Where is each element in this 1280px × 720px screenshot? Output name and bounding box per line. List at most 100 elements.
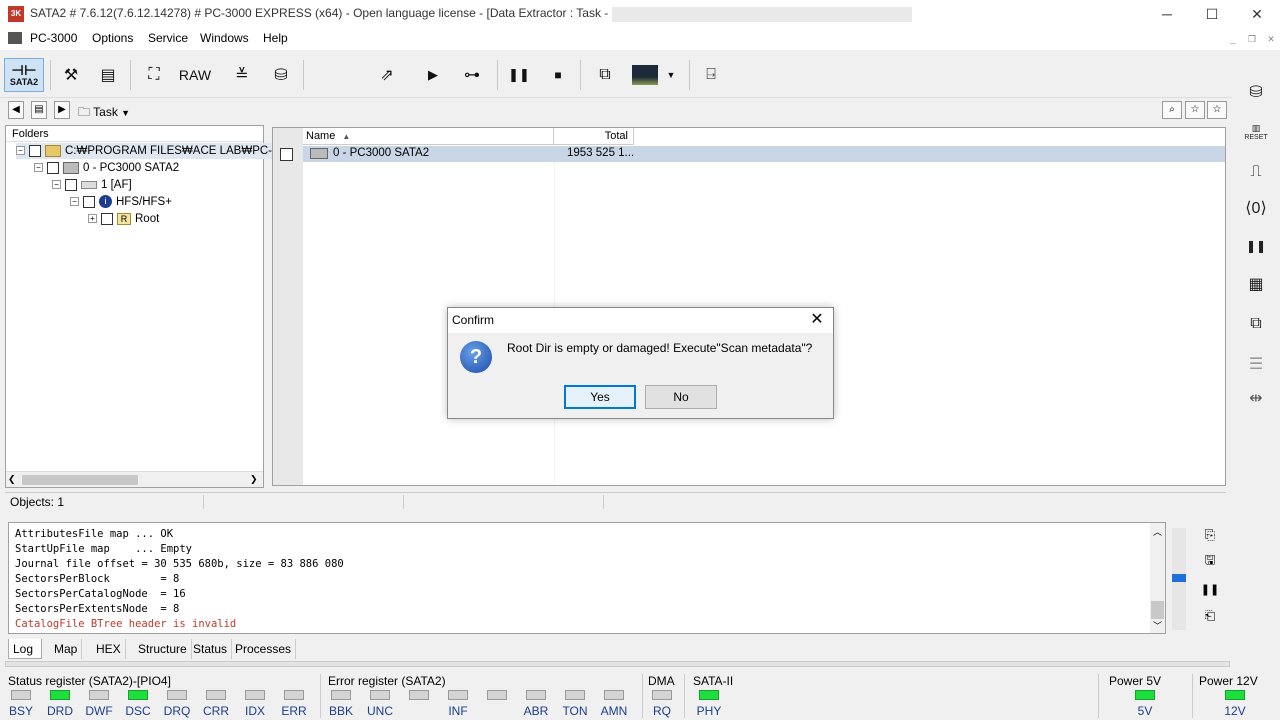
collapse-icon[interactable]: − xyxy=(16,146,25,156)
exit-icon[interactable]: ⍈ xyxy=(698,58,724,92)
maximize-button[interactable]: ☐ xyxy=(1189,0,1235,28)
tree-checkbox[interactable] xyxy=(29,144,41,157)
collapse-icon[interactable]: − xyxy=(52,180,61,190)
mdi-minimize-icon[interactable]: _ xyxy=(1226,33,1240,45)
tree-checkbox[interactable] xyxy=(65,178,77,191)
image-icon[interactable] xyxy=(630,58,660,92)
save-icon[interactable]: ▤ xyxy=(31,101,47,119)
tree-item-root-path[interactable]: − C:₩PROGRAM FILES₩ACE LAB₩PC-3 xyxy=(16,143,279,159)
menu-options[interactable]: Options xyxy=(92,31,133,45)
dropdown-arrow-icon[interactable]: ▼ xyxy=(664,58,678,92)
horizontal-scrollbar[interactable] xyxy=(5,661,1230,667)
menu-service[interactable]: Service xyxy=(148,31,188,45)
drive-icon[interactable]: ⛁ xyxy=(268,58,294,92)
close-button[interactable]: ✕ xyxy=(1234,0,1280,28)
tab-hex[interactable]: HEX xyxy=(92,639,126,659)
back-icon[interactable]: ◀ xyxy=(8,101,24,119)
tree-item-partition[interactable]: − 1 [AF] xyxy=(52,177,132,193)
zero-fill-icon[interactable]: ⟨0⟩ xyxy=(1242,194,1270,222)
phy-label: PHY xyxy=(696,704,722,718)
bad-sector-icon[interactable]: ▦ xyxy=(1242,270,1270,298)
error-register-title: Error register (SATA2) xyxy=(328,674,446,688)
expand-icon[interactable]: + xyxy=(88,214,97,224)
status-register-led xyxy=(167,690,187,700)
reset-icon[interactable]: ▥ RESET xyxy=(1242,118,1270,146)
binoculars-icon[interactable]: ⛶ xyxy=(141,58,167,92)
align-icon[interactable]: ⇹ xyxy=(1242,384,1270,412)
row-name: 0 - PC3000 SATA2 xyxy=(333,147,430,159)
menu-pc3000[interactable]: PC-3000 xyxy=(30,31,77,45)
tools-icon[interactable]: ⚒ xyxy=(58,58,84,92)
pause-icon[interactable]: ❚❚ xyxy=(1242,232,1270,260)
log-sheet-icon[interactable]: ▤ xyxy=(95,58,121,92)
tree-checkbox[interactable] xyxy=(83,195,95,208)
row-checkbox[interactable] xyxy=(280,148,293,161)
raw-button[interactable]: RAW xyxy=(177,58,213,92)
export-log-icon[interactable]: ⎗ xyxy=(1199,605,1221,627)
windows-icon[interactable]: ⧉ xyxy=(592,58,618,92)
scroll-thumb[interactable] xyxy=(22,475,138,485)
drive-stack-icon[interactable]: ⛁ xyxy=(1242,78,1270,106)
collapse-icon[interactable]: − xyxy=(34,163,43,173)
task-dropdown[interactable]: 🗀 Task ▼ xyxy=(78,103,130,124)
sata-title: SATA-II xyxy=(693,674,734,688)
sector-icon[interactable]: ≚ xyxy=(229,58,255,92)
slider-thumb[interactable] xyxy=(1172,574,1186,582)
stop-icon[interactable]: ■ xyxy=(545,58,571,92)
menu-help[interactable]: Help xyxy=(263,31,288,45)
layers-icon[interactable]: ☰ xyxy=(1242,350,1270,378)
tab-log[interactable]: Log xyxy=(8,639,42,659)
tab-map[interactable]: Map xyxy=(50,639,83,659)
tree-item-device[interactable]: − 0 - PC3000 SATA2 xyxy=(34,160,179,176)
log-line: SectorsPerBlock = 8 xyxy=(15,573,180,585)
app-menu-icon[interactable] xyxy=(8,32,22,44)
menu-windows[interactable]: Windows xyxy=(200,31,249,45)
scroll-up-icon[interactable]: ︿ xyxy=(1153,525,1162,538)
right-tool-strip: ⛁ ▥ RESET ⎍ ⟨0⟩ ❚❚ ▦ ⧉ ☰ ⇹ xyxy=(1236,74,1276,414)
mdi-restore-icon[interactable]: ❐ xyxy=(1245,33,1259,45)
save-log-icon[interactable]: 🖫 xyxy=(1199,551,1221,573)
favorites-icon[interactable]: ☆ xyxy=(1185,101,1205,119)
dialog-close-icon[interactable]: ✕ xyxy=(807,310,827,330)
scroll-thumb[interactable] xyxy=(1151,601,1164,619)
column-name-header[interactable]: Name ▲ xyxy=(303,128,554,145)
title-redacted xyxy=(612,7,912,22)
status-register-led xyxy=(50,690,70,700)
export-icon[interactable]: ⇗ xyxy=(374,58,400,92)
scroll-right-icon[interactable]: ❯ xyxy=(250,474,258,485)
tree-item-filesystem[interactable]: − i HFS/HFS+ xyxy=(70,194,172,210)
dma-label: RQ xyxy=(653,704,671,718)
minimize-button[interactable]: ─ xyxy=(1144,0,1190,28)
folders-hscrollbar[interactable]: ❮ ❯ xyxy=(6,471,263,487)
tree-checkbox[interactable] xyxy=(47,161,59,174)
column-total-header[interactable]: Total xyxy=(554,128,634,145)
signal-icon[interactable]: ⎍ xyxy=(1242,158,1270,186)
table-row[interactable]: 0 - PC3000 SATA2 1953 525 1... xyxy=(303,146,1225,162)
pause-log-icon[interactable]: ❚❚ xyxy=(1199,578,1221,600)
log-scrollbar[interactable]: ︿ ﹀ xyxy=(1150,523,1165,633)
no-button[interactable]: No xyxy=(645,385,717,409)
search-icon[interactable]: ⌕ xyxy=(1162,101,1182,119)
status-register-label: DSC xyxy=(125,704,151,718)
tab-structure[interactable]: Structure xyxy=(134,639,192,659)
status-register-label: ERR xyxy=(281,704,307,718)
forward-icon[interactable]: ▶ xyxy=(54,101,70,119)
scroll-left-icon[interactable]: ❮ xyxy=(8,474,16,485)
tab-status[interactable]: Status xyxy=(189,639,233,659)
tab-processes[interactable]: Processes xyxy=(231,639,297,659)
collapse-icon[interactable]: − xyxy=(70,197,79,207)
play-icon[interactable]: ▶ xyxy=(420,58,446,92)
tree-checkbox[interactable] xyxy=(101,212,113,225)
tree-item-root[interactable]: + R Root xyxy=(88,211,159,227)
sata2-button[interactable]: ⊣⊢ SATA2 xyxy=(4,58,44,92)
flowchart-icon[interactable]: ⊶ xyxy=(455,58,489,92)
copy-error-icon[interactable]: ⧉ xyxy=(1242,310,1270,338)
add-favorite-icon[interactable]: ☆ xyxy=(1207,101,1227,119)
scroll-down-icon[interactable]: ﹀ xyxy=(1153,619,1162,632)
open-log-icon[interactable]: ⎘ xyxy=(1199,524,1221,546)
pause-icon[interactable]: ❚❚ xyxy=(506,58,532,92)
mdi-close-icon[interactable]: ✕ xyxy=(1264,33,1278,45)
yes-button[interactable]: Yes xyxy=(564,385,636,409)
log-level-slider[interactable] xyxy=(1172,528,1186,630)
status-register-label: DRQ xyxy=(163,704,191,718)
